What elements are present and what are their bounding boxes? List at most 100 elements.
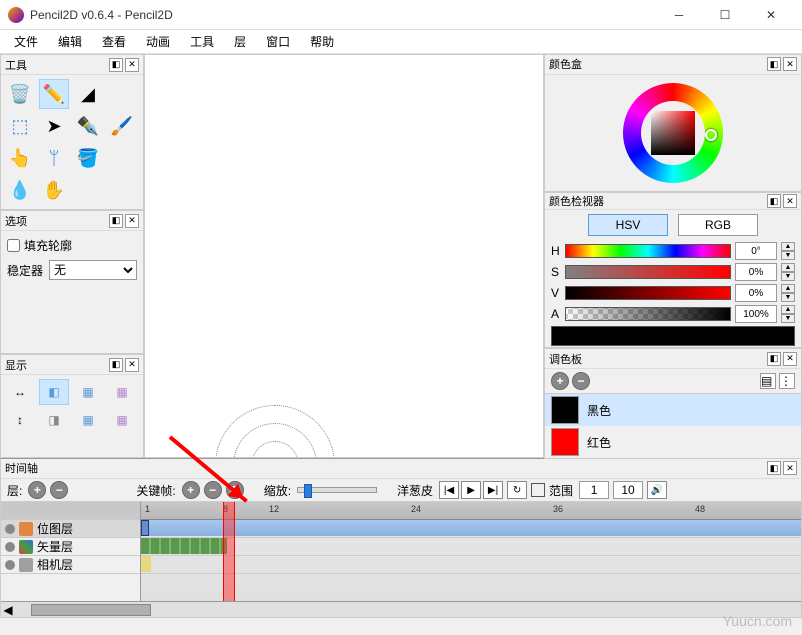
undock-icon[interactable]: ◧ [767,194,781,208]
h-down-button[interactable]: ▼ [781,251,795,260]
menu-layer[interactable]: 层 [224,31,256,52]
saturation-slider[interactable] [565,265,731,279]
duplicate-keyframe-button[interactable]: ⊕ [226,481,244,499]
menu-tools[interactable]: 工具 [180,31,224,52]
mirror-h-button[interactable]: ↔ [5,379,35,405]
close-button[interactable]: ✕ [748,0,794,30]
s-down-button[interactable]: ▼ [781,272,795,281]
menu-help[interactable]: 帮助 [300,31,344,52]
undock-icon[interactable]: ◧ [109,358,123,372]
range-end-input[interactable] [613,481,643,499]
select-tool[interactable]: ⬚ [5,111,35,141]
remove-keyframe-button[interactable]: − [204,481,222,499]
palette-menu-icon[interactable]: ⋮ [779,373,795,389]
eyedropper-tool[interactable]: 💧 [5,175,35,205]
undock-icon[interactable]: ◧ [109,58,123,72]
close-icon[interactable]: ✕ [125,358,139,372]
close-icon[interactable]: ✕ [125,214,139,228]
range-checkbox[interactable] [531,483,545,497]
tab-hsv[interactable]: HSV [588,214,668,236]
first-frame-button[interactable]: |◀ [439,481,459,499]
a-down-button[interactable]: ▼ [781,314,795,323]
minimize-button[interactable]: ─ [656,0,702,30]
frame-ruler[interactable]: 1 8 12 24 36 48 [141,502,801,520]
v-up-button[interactable]: ▲ [781,284,795,293]
range-start-input[interactable] [579,481,609,499]
zoom-slider[interactable] [297,487,377,493]
overlay-button[interactable]: ▦ [107,407,137,433]
palette-item-black[interactable]: 黑色 [545,394,801,426]
loop-button[interactable]: ↻ [507,481,527,499]
remove-color-button[interactable]: − [572,372,590,390]
undock-icon[interactable]: ◧ [767,57,781,71]
s-value[interactable]: 0% [735,263,777,281]
hue-slider[interactable] [565,244,731,258]
close-icon[interactable]: ✕ [783,461,797,475]
keyframe-marker[interactable] [141,520,149,536]
layer-camera[interactable]: 相机层 [1,556,140,574]
h-value[interactable]: 0° [735,242,777,260]
alpha-slider[interactable] [565,307,731,321]
canvas[interactable] [144,54,544,458]
close-icon[interactable]: ✕ [783,57,797,71]
fill-contour-checkbox[interactable] [7,239,20,252]
onion-next-button[interactable]: ◨ [39,407,69,433]
timeline-tracks[interactable]: 1 8 12 24 36 48 [141,502,801,601]
palette-item-red[interactable]: 红色 [545,426,801,458]
timeline-scrollbar[interactable]: ◀ [1,601,801,617]
clear-tool[interactable]: 🗑️ [5,79,35,109]
polyline-tool[interactable]: ᛘ [39,143,69,173]
pencil-tool[interactable]: ✏️ [39,79,69,109]
value-slider[interactable] [565,286,731,300]
onion-prev-button[interactable]: ◧ [39,379,69,405]
close-icon[interactable]: ✕ [125,58,139,72]
close-icon[interactable]: ✕ [783,194,797,208]
close-icon[interactable]: ✕ [783,352,797,366]
menu-edit[interactable]: 编辑 [48,31,92,52]
undock-icon[interactable]: ◧ [767,461,781,475]
bucket-tool[interactable]: 🪣 [73,143,103,173]
brush-tool[interactable]: 🖌️ [107,111,137,141]
v-value[interactable]: 0% [735,284,777,302]
menu-view[interactable]: 查看 [92,31,136,52]
hand-tool[interactable]: ✋ [39,175,69,205]
undock-icon[interactable]: ◧ [767,352,781,366]
add-layer-button[interactable]: + [28,481,46,499]
visibility-toggle[interactable] [5,542,15,552]
menu-window[interactable]: 窗口 [256,31,300,52]
camera-track[interactable] [141,556,151,572]
visibility-toggle[interactable] [5,560,15,570]
h-up-button[interactable]: ▲ [781,242,795,251]
onion-blue-button[interactable]: ▦ [73,379,103,405]
sv-square[interactable] [651,111,695,155]
maximize-button[interactable]: ☐ [702,0,748,30]
stabilizer-select[interactable]: 无 [49,260,137,280]
add-color-button[interactable]: + [551,372,569,390]
scrollbar-thumb[interactable] [31,604,151,616]
sound-button[interactable]: 🔊 [647,481,667,499]
bitmap-track[interactable] [141,520,801,536]
eraser-tool[interactable]: ◢ [73,79,103,109]
s-up-button[interactable]: ▲ [781,263,795,272]
a-value[interactable]: 100% [735,305,777,323]
undock-icon[interactable]: ◧ [109,214,123,228]
menu-file[interactable]: 文件 [4,31,48,52]
hue-cursor-icon[interactable] [705,129,717,141]
onion-red-button[interactable]: ▦ [73,407,103,433]
last-frame-button[interactable]: ▶| [483,481,503,499]
add-keyframe-button[interactable]: + [182,481,200,499]
layer-bitmap[interactable]: 位图层 [1,520,140,538]
grid-button[interactable]: ▦ [107,379,137,405]
smudge-tool[interactable]: 👆 [5,143,35,173]
v-down-button[interactable]: ▼ [781,293,795,302]
menu-animation[interactable]: 动画 [136,31,180,52]
tab-rgb[interactable]: RGB [678,214,758,236]
move-tool[interactable]: ➤ [39,111,69,141]
visibility-toggle[interactable] [5,524,15,534]
pen-tool[interactable]: ✒️ [73,111,103,141]
layer-vector[interactable]: 矢量层 [1,538,140,556]
palette-view-icon[interactable]: ▤ [760,373,776,389]
remove-layer-button[interactable]: − [50,481,68,499]
vector-track[interactable] [141,538,227,554]
color-wheel[interactable] [545,75,801,191]
